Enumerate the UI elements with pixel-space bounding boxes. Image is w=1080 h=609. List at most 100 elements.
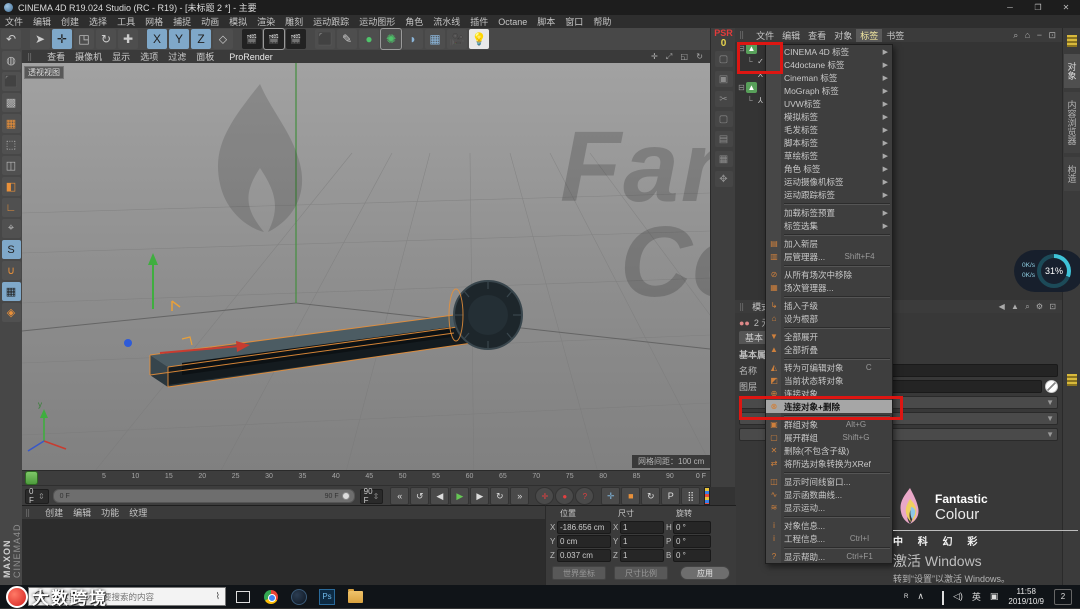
toolbar-button[interactable]: Z bbox=[191, 29, 211, 49]
start-button[interactable] bbox=[8, 591, 20, 603]
context-menu-item[interactable]: ↳ 插入子级 bbox=[766, 299, 892, 312]
toolbar-button[interactable]: ↻ bbox=[96, 29, 116, 49]
dock-side-tab[interactable]: 内容浏览器 bbox=[1064, 92, 1080, 153]
mode-tool-button[interactable]: ▦ bbox=[2, 282, 21, 301]
keyframe-palette-icon[interactable] bbox=[704, 487, 710, 505]
menu-item[interactable]: 渲染 bbox=[252, 15, 280, 28]
menu-item[interactable]: 动画 bbox=[196, 15, 224, 28]
toolbar-button[interactable]: 🎬 bbox=[264, 29, 284, 49]
context-menu-item[interactable]: 脚本标签 ▶ bbox=[766, 136, 892, 149]
context-menu-item[interactable]: 运动跟踪标签 ▶ bbox=[766, 188, 892, 201]
taskbar-clock[interactable]: 11:582019/10/9 bbox=[1008, 587, 1044, 606]
menu-item[interactable]: 角色 bbox=[400, 15, 428, 28]
range-slider[interactable]: 0 F 90 F bbox=[53, 489, 355, 503]
transport-button[interactable]: ▶ bbox=[450, 487, 469, 505]
context-menu-item[interactable]: 加载标签预置 ▶ bbox=[766, 206, 892, 219]
toolbar-button[interactable]: ⬛ bbox=[315, 29, 335, 49]
context-menu-item[interactable]: ⊕ 连接对象 bbox=[766, 387, 892, 400]
toolbar-button[interactable]: 💡 bbox=[469, 29, 489, 49]
transport-button[interactable]: ▶ bbox=[470, 487, 489, 505]
window-control-button[interactable]: ❐ bbox=[1024, 3, 1052, 12]
toolbar-button[interactable]: ➤ bbox=[30, 29, 50, 49]
palette-tab-icon[interactable] bbox=[1065, 32, 1079, 50]
task-view-button[interactable] bbox=[232, 587, 254, 607]
layer-none-icon[interactable] bbox=[1045, 380, 1058, 393]
context-menu-item[interactable]: ⇄ 将所选对象转换为XRef bbox=[766, 457, 892, 470]
dock-side-tab[interactable]: 构造 bbox=[1064, 157, 1080, 191]
object-menu-item[interactable]: 标签 bbox=[856, 29, 882, 42]
context-menu-item[interactable]: ⌂ 设为根部 bbox=[766, 312, 892, 325]
key-toggle-button[interactable]: ✛ bbox=[601, 487, 620, 505]
menu-item[interactable]: 运动图形 bbox=[354, 15, 400, 28]
context-menu-item[interactable]: ✕ 删除(不包含子级) bbox=[766, 444, 892, 457]
panel-handle-icon[interactable]: ⣿ bbox=[22, 509, 35, 517]
viewport-menu-item[interactable]: 过滤 bbox=[163, 50, 191, 63]
record-button[interactable]: ✛ bbox=[535, 487, 554, 505]
mode-tool-button[interactable]: ∪ bbox=[2, 261, 21, 280]
key-toggle-button[interactable]: ↻ bbox=[641, 487, 660, 505]
material-manager[interactable]: ⣿ 创建编辑功能纹理 bbox=[22, 505, 545, 586]
timeline-ruler[interactable]: 51015202530354045505560657075808590 0 F bbox=[22, 470, 710, 486]
context-menu-item[interactable]: ? 显示帮助... Ctrl+F1 bbox=[766, 550, 892, 563]
strip-tool-icon[interactable]: ▢ bbox=[715, 111, 733, 127]
object-menu-item[interactable]: 查看 bbox=[804, 29, 830, 42]
tray-expand-icon[interactable]: ∧ bbox=[917, 591, 924, 602]
strip-tool-icon[interactable]: ▣ bbox=[715, 71, 733, 87]
object-type-icon[interactable]: ▲ bbox=[746, 82, 757, 93]
coord-size-field[interactable]: 1 bbox=[620, 535, 664, 548]
material-menu-item[interactable]: 功能 bbox=[96, 506, 124, 519]
mode-tool-button[interactable]: ∟ bbox=[2, 198, 21, 217]
apply-button[interactable]: 应用 bbox=[680, 566, 730, 580]
context-menu-item[interactable]: CINEMA 4D 标签 ▶ bbox=[766, 45, 892, 58]
attr-header-icons[interactable]: ◀ ▲ ⌕ ⚙ ⊡ bbox=[995, 302, 1062, 312]
viewport-menu-item[interactable]: 选项 bbox=[135, 50, 163, 63]
strip-tool-icon[interactable]: ▤ bbox=[715, 131, 733, 147]
coord-rot-field[interactable]: 0 ° bbox=[673, 521, 711, 534]
toolbar-button[interactable]: ✎ bbox=[337, 29, 357, 49]
key-toggle-button[interactable]: ⣿ bbox=[681, 487, 700, 505]
window-control-button[interactable]: ✕ bbox=[1052, 3, 1080, 12]
mode-tool-button[interactable]: ⬛ bbox=[2, 72, 21, 91]
menu-item[interactable]: 窗口 bbox=[560, 15, 588, 28]
toolbar-button[interactable]: 🎥 bbox=[447, 29, 467, 49]
context-menu-item[interactable]: 模拟标签 ▶ bbox=[766, 110, 892, 123]
net-speed-widget[interactable]: 0K/s 0K/s 31% bbox=[1014, 250, 1080, 292]
mode-tool-button[interactable]: ▩ bbox=[2, 93, 21, 112]
panel-handle-icon[interactable]: ⣿ bbox=[735, 303, 748, 311]
expand-icon[interactable]: └ bbox=[747, 96, 755, 105]
menu-item[interactable]: 雕刻 bbox=[280, 15, 308, 28]
coord-system-dropdown[interactable]: 世界坐标 bbox=[552, 566, 606, 580]
record-button[interactable]: ? bbox=[575, 487, 594, 505]
chrome-icon[interactable] bbox=[260, 587, 282, 607]
context-menu-item[interactable]: ◩ 当前状态转对象 bbox=[766, 374, 892, 387]
photoshop-icon[interactable]: Ps bbox=[316, 587, 338, 607]
toolbar-button[interactable]: ● bbox=[359, 29, 379, 49]
context-menu-item[interactable]: C4doctane 标签 ▶ bbox=[766, 58, 892, 71]
context-menu-item[interactable]: 毛发标签 ▶ bbox=[766, 123, 892, 136]
playhead[interactable] bbox=[25, 471, 38, 485]
menu-item[interactable]: 文件 bbox=[0, 15, 28, 28]
expand-icon[interactable]: ⊟ bbox=[738, 83, 746, 92]
toolbar-button[interactable]: ↶ bbox=[1, 29, 21, 49]
menu-item[interactable]: 网格 bbox=[140, 15, 168, 28]
taskbar-search[interactable]: ⌇ bbox=[28, 587, 226, 606]
strip-tool-icon[interactable]: ✥ bbox=[715, 171, 733, 187]
context-menu-item[interactable]: Cineman 标签 ▶ bbox=[766, 71, 892, 84]
context-menu-item[interactable]: ▲ 全部折叠 bbox=[766, 343, 892, 356]
toolbar-button[interactable]: Y bbox=[169, 29, 189, 49]
viewport-nav-icons[interactable]: ✛ ⤢ ◱ ↻ bbox=[646, 52, 710, 62]
context-menu-item[interactable]: 草绘标签 ▶ bbox=[766, 149, 892, 162]
object-menu-item[interactable]: 对象 bbox=[830, 29, 856, 42]
expand-icon[interactable]: ⊟ bbox=[738, 44, 746, 53]
object-type-icon[interactable]: ▲ bbox=[746, 43, 757, 54]
context-menu-item[interactable]: ≋ 显示运动... bbox=[766, 501, 892, 514]
key-toggle-button[interactable]: P bbox=[661, 487, 680, 505]
dock-side-tab[interactable]: 对象 bbox=[1064, 54, 1080, 88]
mode-tool-button[interactable]: ◍ bbox=[2, 51, 21, 70]
viewport-menu-prorender[interactable]: ProRender bbox=[224, 52, 278, 62]
object-menu-item[interactable]: 文件 bbox=[752, 29, 778, 42]
context-menu-item[interactable]: ▦ 场次管理器... bbox=[766, 281, 892, 294]
menu-item[interactable]: Octane bbox=[493, 17, 532, 27]
context-menu-item[interactable]: ▢ 展开群组 Shift+G bbox=[766, 431, 892, 444]
viewport-menu-item[interactable]: 显示 bbox=[107, 50, 135, 63]
